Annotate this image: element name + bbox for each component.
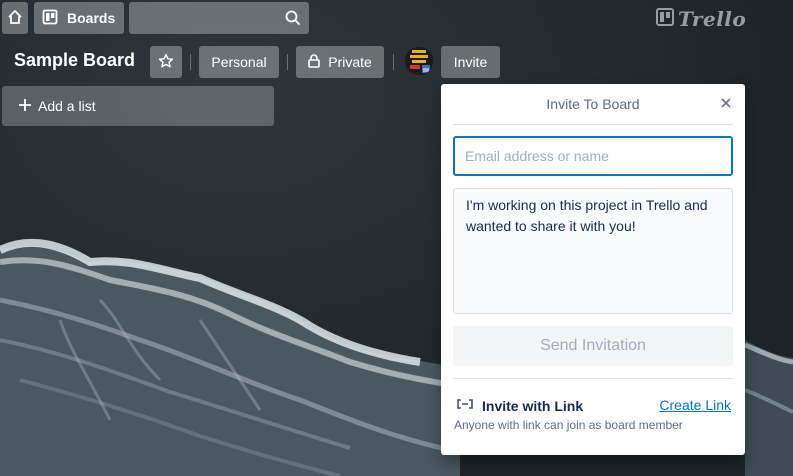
board-title[interactable]: Sample Board — [14, 50, 135, 71]
close-icon[interactable] — [720, 96, 732, 114]
search-input[interactable] — [129, 2, 309, 34]
invite-message-textarea[interactable]: I'm working on this project in Trello an… — [453, 188, 733, 314]
boards-icon — [42, 9, 58, 28]
search-icon[interactable] — [285, 10, 301, 31]
add-list-button[interactable]: Add a list — [2, 86, 274, 126]
link-icon — [456, 397, 474, 415]
visibility-button[interactable]: Private — [296, 46, 384, 78]
star-board-button[interactable] — [150, 46, 182, 78]
home-button[interactable] — [2, 2, 28, 34]
plus-icon — [18, 98, 32, 115]
trello-logo[interactable]: Trello — [656, 7, 746, 31]
trello-logo-text: Trello — [678, 7, 747, 31]
member-avatar[interactable] — [405, 47, 433, 75]
invite-with-link-row: Invite with Link — [456, 397, 583, 415]
add-list-label: Add a list — [38, 98, 96, 114]
home-icon — [7, 9, 23, 28]
divider — [287, 54, 288, 70]
divider — [190, 54, 191, 70]
invite-popover: Invite To Board I'm working on this proj… — [441, 84, 745, 455]
boards-button[interactable]: Boards — [34, 2, 124, 34]
star-icon — [158, 53, 174, 72]
link-note: Anyone with link can join as board membe… — [454, 418, 683, 432]
lock-icon — [308, 53, 321, 71]
visibility-label: Private — [328, 54, 372, 70]
divider — [453, 378, 733, 379]
create-link-button[interactable]: Create Link — [659, 397, 731, 413]
boards-label: Boards — [67, 10, 116, 26]
divider — [453, 124, 733, 125]
invite-with-link-label: Invite with Link — [482, 398, 584, 414]
team-button[interactable]: Personal — [199, 46, 279, 78]
trello-logo-icon — [656, 7, 674, 31]
divider — [393, 54, 394, 70]
send-invitation-button[interactable]: Send Invitation — [453, 326, 733, 366]
invite-button[interactable]: Invite — [441, 46, 500, 78]
email-field[interactable] — [453, 136, 733, 176]
popover-title: Invite To Board — [546, 96, 640, 112]
